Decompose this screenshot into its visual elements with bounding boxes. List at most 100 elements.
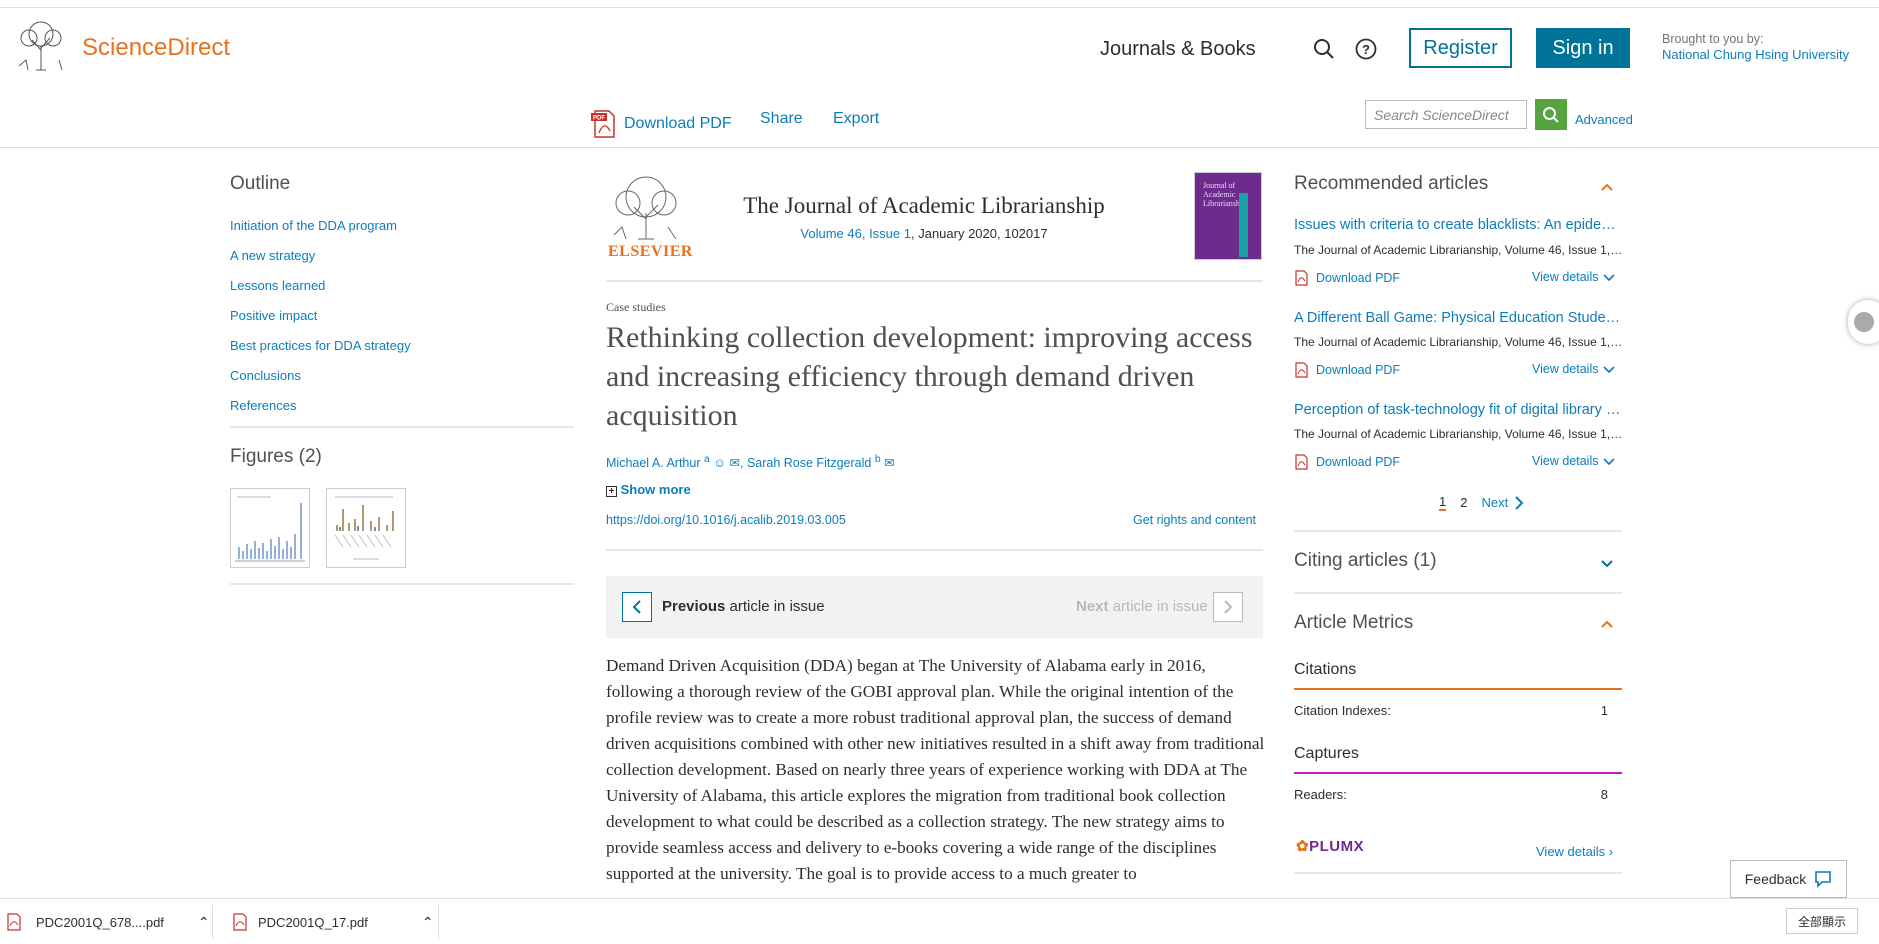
download-filename: PDC2001Q_678....pdf	[36, 914, 164, 930]
previous-article-button[interactable]	[622, 592, 652, 622]
recommended-article-title[interactable]: Perception of task-technology fit of dig…	[1294, 402, 1624, 418]
chevron-right-icon: ›	[1608, 844, 1614, 859]
article-metrics-title[interactable]: Article Metrics	[1294, 612, 1413, 634]
next-page-link[interactable]: Next	[1481, 495, 1524, 511]
outline-item[interactable]: Initiation of the DDA program	[230, 218, 411, 248]
volume-issue-link[interactable]: Volume 46, Issue 1	[800, 226, 911, 241]
citations-bar	[1294, 688, 1622, 690]
access-lock-tab[interactable]	[1848, 300, 1879, 344]
pdf-icon: PDF	[591, 110, 615, 138]
rights-link[interactable]: Get rights and content	[1133, 513, 1256, 527]
person-icon[interactable]: ☺	[713, 456, 726, 470]
recommended-download-pdf[interactable]: Download PDF	[1294, 270, 1400, 286]
help-icon[interactable]: ?	[1353, 36, 1379, 62]
pdf-file-icon	[7, 913, 21, 931]
recommended-article-title[interactable]: A Different Ball Game: Physical Educatio…	[1294, 310, 1624, 326]
elsevier-tree-icon[interactable]	[14, 20, 68, 72]
journal-cover-image[interactable]: Journal of Academic Librarianship	[1194, 172, 1262, 260]
recommended-download-pdf[interactable]: Download PDF	[1294, 362, 1400, 378]
show-more-button[interactable]: + Show more	[606, 482, 691, 497]
figures-divider	[230, 583, 574, 585]
share-button[interactable]: Share	[760, 110, 803, 128]
plus-box-icon: +	[606, 486, 617, 497]
outline-item[interactable]: References	[230, 398, 411, 428]
browser-download-bar: PDC2001Q_678....pdf ⌃ PDC2001Q_17.pdf ⌃	[0, 898, 1879, 944]
recommended-divider	[1294, 530, 1622, 532]
recommended-download-pdf[interactable]: Download PDF	[1294, 454, 1400, 470]
figure-thumbnail-2[interactable]	[326, 488, 406, 568]
chevron-down-icon[interactable]	[1600, 556, 1614, 570]
search-input[interactable]: Search ScienceDirect	[1365, 100, 1527, 129]
cover-stripe	[1239, 193, 1248, 257]
pdf-icon	[1295, 454, 1308, 470]
view-details-toggle[interactable]: View details	[1532, 454, 1616, 468]
cover-title: Journal of Academic Librarianship	[1203, 181, 1247, 208]
download-item-1[interactable]: PDC2001Q_678....pdf ⌃	[6, 899, 210, 944]
citing-articles-title[interactable]: Citing articles (1)	[1294, 550, 1437, 572]
chevron-up-icon[interactable]: ⌃	[422, 914, 434, 931]
email-icon[interactable]: ✉	[730, 456, 740, 470]
search-icon[interactable]	[1311, 36, 1337, 62]
recommended-article-source: The Journal of Academic Librarianship, V…	[1294, 427, 1624, 441]
download-item-2[interactable]: PDC2001Q_17.pdf ⌃	[232, 899, 434, 944]
export-button[interactable]: Export	[833, 110, 879, 128]
outline-item[interactable]: Lessons learned	[230, 278, 411, 308]
view-details-toggle[interactable]: View details	[1532, 270, 1616, 284]
download-pdf-label: Download PDF	[1316, 455, 1401, 469]
article-type: Case studies	[606, 300, 666, 314]
page-2[interactable]: 2	[1460, 495, 1467, 510]
chevron-down-icon	[1603, 274, 1616, 282]
outline-item[interactable]: Positive impact	[230, 308, 411, 338]
outline-title: Outline	[230, 173, 291, 194]
email-icon[interactable]: ✉	[884, 456, 894, 470]
next-article-label: Next article in issue	[1076, 598, 1208, 615]
view-details-toggle[interactable]: View details	[1532, 362, 1616, 376]
outline-item[interactable]: Conclusions	[230, 368, 411, 398]
readers-label: Readers:	[1294, 787, 1347, 802]
plumx-flower-icon: ✿	[1296, 838, 1310, 855]
recommended-title[interactable]: Recommended articles	[1294, 173, 1488, 195]
feedback-button[interactable]: Feedback	[1730, 860, 1847, 898]
plumx-wordmark: PLUMX	[1309, 838, 1365, 855]
author-affiliation[interactable]: a	[704, 454, 710, 465]
citations-label: Citations	[1294, 661, 1357, 678]
journal-volume: Volume 46, Issue 1, January 2020, 102017	[700, 226, 1148, 241]
author-link[interactable]: Michael A. Arthur	[606, 456, 701, 470]
svg-text:PDF: PDF	[593, 116, 605, 122]
sciencedirect-logo[interactable]: ScienceDirect	[82, 34, 230, 62]
download-pdf-label: Download PDF	[1316, 363, 1401, 377]
recommended-pagination: 1 2 Next	[1439, 494, 1524, 511]
chevron-up-icon[interactable]: ⌃	[198, 914, 210, 931]
outline-item[interactable]: Best practices for DDA strategy	[230, 338, 411, 368]
signin-button[interactable]: Sign in	[1536, 28, 1630, 68]
chevron-up-icon[interactable]	[1600, 617, 1614, 631]
chevron-up-icon[interactable]	[1600, 180, 1614, 194]
plumx-logo[interactable]: ✿PLUMX	[1296, 837, 1364, 855]
search-submit-button[interactable]	[1535, 99, 1567, 130]
previous-article-label[interactable]: Previous article in issue	[662, 598, 825, 615]
journals-books-link[interactable]: Journals & Books	[1100, 38, 1256, 61]
next-bold: Next	[1076, 598, 1109, 615]
download-separator	[212, 905, 213, 939]
pdf-icon	[1295, 362, 1308, 378]
author-affiliation[interactable]: b	[875, 454, 881, 465]
recommended-article-title[interactable]: Issues with criteria to create blacklist…	[1294, 217, 1624, 233]
figures-title: Figures (2)	[230, 446, 322, 467]
figure-thumbnail-1[interactable]	[230, 488, 310, 568]
download-pdf-label: Download PDF	[624, 115, 732, 132]
chevron-left-icon	[632, 600, 641, 614]
citing-divider	[1294, 592, 1622, 594]
page-1[interactable]: 1	[1439, 494, 1447, 511]
advanced-search-link[interactable]: Advanced	[1575, 112, 1633, 127]
register-button[interactable]: Register	[1409, 28, 1512, 68]
doi-link[interactable]: https://doi.org/10.1016/j.acalib.2019.03…	[606, 513, 846, 527]
author-link[interactable]: Sarah Rose Fitzgerald	[747, 456, 871, 470]
recommended-article-source: The Journal of Academic Librarianship, V…	[1294, 243, 1624, 257]
outline-item[interactable]: A new strategy	[230, 248, 411, 278]
next-rest: article in issue	[1108, 598, 1208, 615]
show-all-downloads-button[interactable]: 全部顯示	[1786, 908, 1858, 934]
download-pdf-button[interactable]: PDF Download PDF	[590, 109, 732, 139]
journal-title[interactable]: The Journal of Academic Librarianship	[700, 193, 1148, 219]
institution-link[interactable]: National Chung Hsing University	[1662, 47, 1849, 62]
plumx-view-details[interactable]: View details ›	[1536, 844, 1613, 859]
